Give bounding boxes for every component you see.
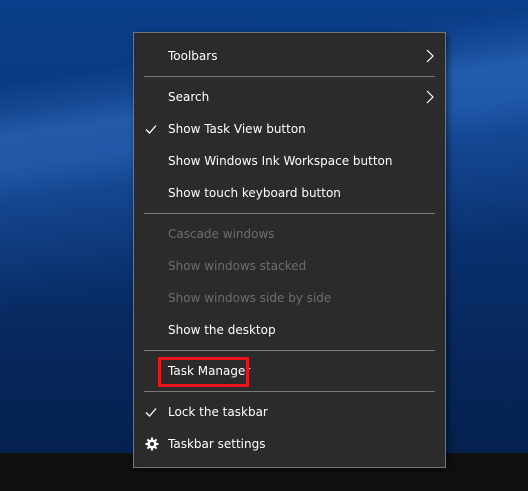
menu-item-show-task-view-button[interactable]: Show Task View button [134, 113, 445, 145]
menu-item-toolbars[interactable]: Toolbars [134, 40, 445, 72]
menu-item-cascade-windows: Cascade windows [134, 218, 445, 250]
menu-item-show-windows-side-by-side: Show windows side by side [134, 282, 445, 314]
menu-separator [144, 391, 435, 392]
menu-item-label: Toolbars [168, 49, 218, 63]
menu-item-taskbar-settings[interactable]: Taskbar settings [134, 428, 445, 460]
chevron-right-icon [426, 49, 434, 63]
menu-separator [144, 350, 435, 351]
menu-item-label: Lock the taskbar [168, 405, 268, 419]
menu-item-label: Show windows side by side [168, 291, 332, 305]
menu-separator [144, 76, 435, 77]
gear-icon [145, 437, 159, 451]
checkmark-icon [145, 125, 157, 134]
task-manager-highlight-box [158, 357, 249, 387]
menu-item-show-touch-keyboard-button[interactable]: Show touch keyboard button [134, 177, 445, 209]
menu-item-label: Cascade windows [168, 227, 275, 241]
menu-item-show-windows-stacked: Show windows stacked [134, 250, 445, 282]
menu-item-search[interactable]: Search [134, 81, 445, 113]
checkmark-icon [145, 408, 157, 417]
menu-item-label: Taskbar settings [168, 437, 266, 451]
taskbar-context-menu: Toolbars Search Show Task View button Sh… [133, 32, 446, 468]
menu-item-show-the-desktop[interactable]: Show the desktop [134, 314, 445, 346]
chevron-right-icon [426, 90, 434, 104]
menu-item-show-windows-ink-workspace-button[interactable]: Show Windows Ink Workspace button [134, 145, 445, 177]
menu-item-label: Show windows stacked [168, 259, 307, 273]
menu-item-label: Show the desktop [168, 323, 276, 337]
menu-item-label: Show touch keyboard button [168, 186, 341, 200]
menu-item-lock-the-taskbar[interactable]: Lock the taskbar [134, 396, 445, 428]
menu-item-label: Show Task View button [168, 122, 306, 136]
menu-separator [144, 213, 435, 214]
menu-item-label: Show Windows Ink Workspace button [168, 154, 393, 168]
menu-item-label: Search [168, 90, 210, 104]
